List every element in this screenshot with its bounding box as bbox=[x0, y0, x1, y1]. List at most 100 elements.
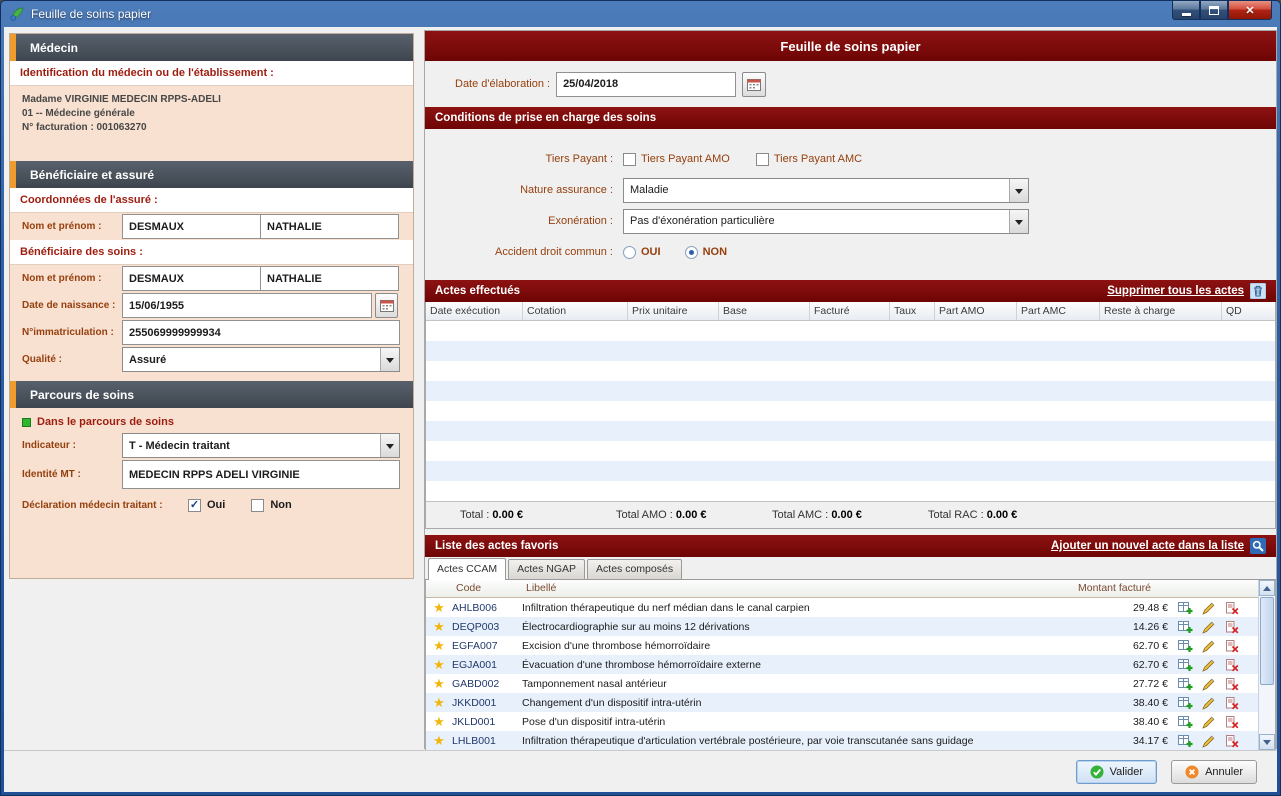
scroll-down-icon[interactable] bbox=[1259, 734, 1275, 750]
nature-assurance-dropdown[interactable]: Maladie bbox=[623, 178, 1029, 203]
accident-non-radio[interactable] bbox=[685, 246, 698, 259]
search-icon[interactable] bbox=[1250, 538, 1266, 554]
favoris-scrollbar[interactable] bbox=[1258, 580, 1275, 750]
delete-acte-icon[interactable] bbox=[1225, 734, 1239, 748]
col-taux[interactable]: Taux bbox=[890, 302, 935, 320]
col-prix-unitaire[interactable]: Prix unitaire bbox=[628, 302, 719, 320]
nature-assurance-label: Nature assurance : bbox=[425, 184, 613, 196]
add-acte-icon[interactable] bbox=[1178, 658, 1193, 672]
indicateur-dropdown[interactable]: T - Médecin traitant bbox=[122, 433, 400, 458]
favori-row[interactable]: ★ DEQP003 Électrocardiographie sur au mo… bbox=[426, 617, 1275, 636]
favorite-star-icon[interactable]: ★ bbox=[426, 696, 452, 709]
tab-actes-ccam[interactable]: Actes CCAM bbox=[428, 558, 506, 580]
favorite-star-icon[interactable]: ★ bbox=[426, 658, 452, 671]
identite-mt-input[interactable] bbox=[122, 460, 400, 489]
naissance-input[interactable] bbox=[122, 293, 372, 318]
benef-prenom-input[interactable] bbox=[260, 266, 399, 291]
total-value: 0.00 € bbox=[492, 509, 523, 521]
col-date-execution[interactable]: Date exécution bbox=[426, 302, 523, 320]
accident-oui-radio[interactable] bbox=[623, 246, 636, 259]
total-amc-label: Total AMC : bbox=[772, 509, 828, 521]
favori-row[interactable]: ★ JKKD001 Changement d'un dispositif int… bbox=[426, 693, 1275, 712]
edit-acte-icon[interactable] bbox=[1202, 677, 1216, 691]
ajouter-acte-link[interactable]: Ajouter un nouvel acte dans la liste bbox=[1051, 540, 1244, 552]
edit-acte-icon[interactable] bbox=[1202, 715, 1216, 729]
edit-acte-icon[interactable] bbox=[1202, 734, 1216, 748]
col-cotation[interactable]: Cotation bbox=[523, 302, 628, 320]
maximize-button[interactable] bbox=[1200, 1, 1228, 20]
annuler-button[interactable]: Annuler bbox=[1171, 760, 1257, 784]
qualite-value: Assuré bbox=[129, 354, 166, 366]
edit-acte-icon[interactable] bbox=[1202, 658, 1216, 672]
edit-acte-icon[interactable] bbox=[1202, 696, 1216, 710]
favorite-star-icon[interactable]: ★ bbox=[426, 620, 452, 633]
tab-actes-ngap[interactable]: Actes NGAP bbox=[508, 559, 585, 579]
minimize-button[interactable] bbox=[1172, 1, 1200, 20]
add-acte-icon[interactable] bbox=[1178, 715, 1193, 729]
assure-nom-input[interactable] bbox=[122, 214, 261, 239]
delete-acte-icon[interactable] bbox=[1225, 601, 1239, 615]
col-qd[interactable]: QD bbox=[1222, 302, 1275, 320]
favori-code: JKLD001 bbox=[452, 716, 522, 728]
tiers-payant-amc-checkbox[interactable] bbox=[756, 153, 769, 166]
naissance-calendar-button[interactable] bbox=[375, 293, 398, 318]
declaration-non-checkbox[interactable] bbox=[251, 499, 264, 512]
edit-acte-icon[interactable] bbox=[1202, 620, 1216, 634]
col-code[interactable]: Code bbox=[452, 580, 522, 597]
tiers-payant-amo-checkbox[interactable] bbox=[623, 153, 636, 166]
accident-non-label: NON bbox=[703, 246, 727, 258]
add-acte-icon[interactable] bbox=[1178, 620, 1193, 634]
col-base[interactable]: Base bbox=[719, 302, 810, 320]
favori-row[interactable]: ★ GABD002 Tamponnement nasal antérieur 2… bbox=[426, 674, 1275, 693]
edit-acte-icon[interactable] bbox=[1202, 601, 1216, 615]
add-acte-icon[interactable] bbox=[1178, 734, 1193, 748]
declaration-oui-checkbox[interactable]: ✓ bbox=[188, 499, 201, 512]
benef-nom-input[interactable] bbox=[122, 266, 261, 291]
delete-acte-icon[interactable] bbox=[1225, 620, 1239, 634]
col-reste-a-charge[interactable]: Reste à charge bbox=[1100, 302, 1222, 320]
favori-row[interactable]: ★ EGFA007 Excision d'une thrombose hémor… bbox=[426, 636, 1275, 655]
add-acte-icon[interactable] bbox=[1178, 639, 1193, 653]
col-libelle[interactable]: Libellé bbox=[522, 580, 1074, 597]
favori-montant: 29.48 € bbox=[1082, 602, 1174, 614]
scroll-up-icon[interactable] bbox=[1259, 580, 1275, 596]
add-acte-icon[interactable] bbox=[1178, 696, 1193, 710]
favori-row[interactable]: ★ LHLB001 Infiltration thérapeutique d'a… bbox=[426, 731, 1275, 750]
date-elaboration-input[interactable] bbox=[556, 72, 736, 97]
assure-prenom-input[interactable] bbox=[260, 214, 399, 239]
favorite-star-icon[interactable]: ★ bbox=[426, 601, 452, 614]
col-part-amo[interactable]: Part AMO bbox=[935, 302, 1017, 320]
col-part-amc[interactable]: Part AMC bbox=[1017, 302, 1100, 320]
favori-row[interactable]: ★ EGJA001 Évacuation d'une thrombose hém… bbox=[426, 655, 1275, 674]
add-acte-icon[interactable] bbox=[1178, 677, 1193, 691]
exoneration-dropdown[interactable]: Pas d'éxonération particulière bbox=[623, 209, 1029, 234]
immatriculation-input[interactable] bbox=[122, 320, 400, 345]
calendar-icon bbox=[747, 78, 761, 91]
favorite-star-icon[interactable]: ★ bbox=[426, 639, 452, 652]
favoris-tabs: Actes CCAM Actes NGAP Actes composés bbox=[425, 557, 1276, 580]
qualite-dropdown[interactable]: Assuré bbox=[122, 347, 400, 372]
add-acte-icon[interactable] bbox=[1178, 601, 1193, 615]
scrollbar-thumb[interactable] bbox=[1260, 597, 1274, 685]
edit-acte-icon[interactable] bbox=[1202, 639, 1216, 653]
close-button[interactable]: ✕ bbox=[1228, 1, 1272, 20]
favorite-star-icon[interactable]: ★ bbox=[426, 677, 452, 690]
delete-acte-icon[interactable] bbox=[1225, 658, 1239, 672]
delete-acte-icon[interactable] bbox=[1225, 715, 1239, 729]
col-facture[interactable]: Facturé bbox=[810, 302, 890, 320]
favori-row[interactable]: ★ AHLB006 Infiltration thérapeutique du … bbox=[426, 598, 1275, 617]
trash-icon[interactable] bbox=[1250, 283, 1266, 299]
favorite-star-icon[interactable]: ★ bbox=[426, 734, 452, 747]
delete-acte-icon[interactable] bbox=[1225, 639, 1239, 653]
favori-row[interactable]: ★ JKLD001 Pose d'un dispositif intra-uté… bbox=[426, 712, 1275, 731]
col-montant-facture[interactable]: Montant facturé bbox=[1074, 580, 1258, 597]
delete-acte-icon[interactable] bbox=[1225, 696, 1239, 710]
supprimer-actes-link[interactable]: Supprimer tous les actes bbox=[1107, 285, 1244, 297]
delete-acte-icon[interactable] bbox=[1225, 677, 1239, 691]
valider-button[interactable]: Valider bbox=[1076, 760, 1157, 784]
favori-actions bbox=[1174, 696, 1258, 710]
tab-actes-composes[interactable]: Actes composés bbox=[587, 559, 682, 579]
date-elaboration-calendar-button[interactable] bbox=[742, 72, 766, 97]
favorite-star-icon[interactable]: ★ bbox=[426, 715, 452, 728]
favori-montant: 14.26 € bbox=[1082, 621, 1174, 633]
